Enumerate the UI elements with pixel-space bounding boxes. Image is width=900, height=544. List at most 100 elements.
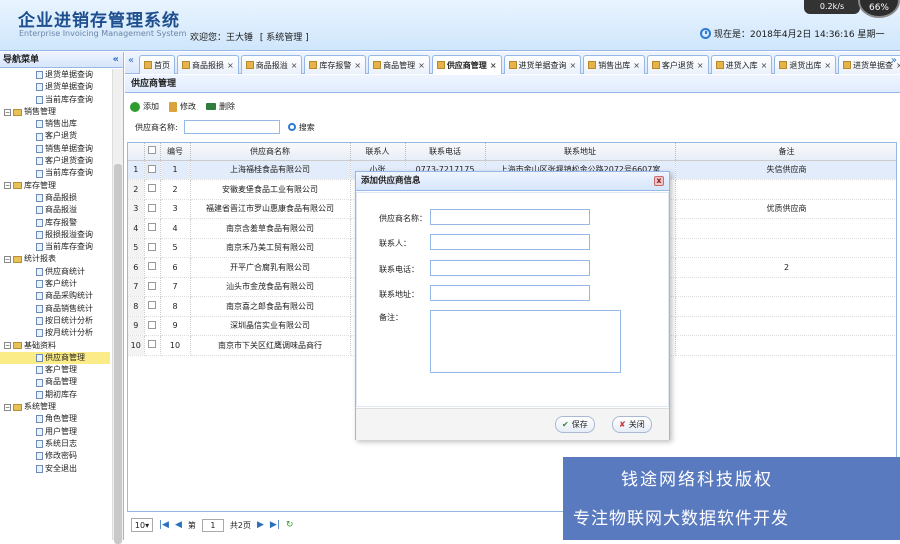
sidebar-item-32[interactable]: 安全退出 xyxy=(0,463,110,475)
select-all-checkbox[interactable] xyxy=(144,143,161,161)
sidebar-item-31[interactable]: 修改密码 xyxy=(0,450,110,462)
sidebar-group-9[interactable]: − 库存管理 xyxy=(0,180,110,192)
sidebar-group-22[interactable]: − 基础资料 xyxy=(0,340,110,352)
row-checkbox[interactable] xyxy=(144,160,161,180)
tab-close-icon[interactable]: × xyxy=(354,61,361,70)
expand-toggle-icon[interactable]: − xyxy=(4,108,11,116)
cancel-button[interactable]: ✘ 关闭 xyxy=(612,416,652,433)
tab-0[interactable]: 首页 xyxy=(139,55,175,74)
sidebar-item-17[interactable]: 客户统计 xyxy=(0,278,110,290)
delete-button[interactable]: 删除 xyxy=(206,101,235,112)
refresh-icon[interactable]: ↻ xyxy=(286,520,294,530)
sidebar-item-29[interactable]: 用户管理 xyxy=(0,426,110,438)
address-input[interactable] xyxy=(430,285,590,301)
sidebar-item-28[interactable]: 角色管理 xyxy=(0,413,110,425)
row-checkbox[interactable] xyxy=(144,218,161,239)
col-header-phone[interactable]: 联系电话 xyxy=(405,143,486,161)
next-page-icon[interactable]: ▶ xyxy=(257,520,264,530)
tab-5[interactable]: 供应商管理 × xyxy=(431,55,502,74)
sidebar-item-5[interactable]: 客户退货 xyxy=(0,130,110,142)
col-header-address[interactable]: 联系地址 xyxy=(485,143,676,161)
sidebar-item-19[interactable]: 商品销售统计 xyxy=(0,303,110,315)
tab-close-icon[interactable]: × xyxy=(761,61,768,70)
collapse-icon[interactable]: « xyxy=(113,52,119,68)
sidebar-scrollbar[interactable] xyxy=(112,69,123,544)
row-checkbox[interactable] xyxy=(144,296,161,317)
first-page-icon[interactable]: |◀ xyxy=(159,520,169,530)
edit-button[interactable]: 修改 xyxy=(169,101,196,112)
tab-close-icon[interactable]: × xyxy=(418,61,425,70)
sidebar-item-14[interactable]: 当前库存查询 xyxy=(0,241,110,253)
contact-input[interactable] xyxy=(430,234,590,250)
tab-8[interactable]: 客户退货 × xyxy=(646,55,709,74)
row-checkbox[interactable] xyxy=(144,179,161,200)
page-size-select[interactable]: 10 ▾ xyxy=(131,518,153,532)
expand-toggle-icon[interactable]: − xyxy=(4,182,11,190)
sidebar-item-0[interactable]: 退货单据查询 xyxy=(0,69,110,81)
tab-close-icon[interactable]: × xyxy=(824,61,831,70)
row-checkbox[interactable] xyxy=(144,199,161,219)
phone-input[interactable] xyxy=(430,260,590,276)
remark-textarea[interactable] xyxy=(430,310,621,373)
sidebar-item-20[interactable]: 按日统计分析 xyxy=(0,315,110,327)
tab-scroll-left-icon[interactable]: « xyxy=(128,55,134,66)
sidebar-item-21[interactable]: 按月统计分析 xyxy=(0,327,110,339)
sidebar-item-23[interactable]: 供应商管理 xyxy=(0,351,110,365)
tab-1[interactable]: 商品报损 × xyxy=(177,55,239,74)
expand-toggle-icon[interactable]: − xyxy=(4,403,11,411)
tab-10[interactable]: 退货出库 × xyxy=(774,55,837,74)
tab-close-icon[interactable]: × xyxy=(227,61,234,70)
tab-close-icon[interactable]: × xyxy=(633,61,640,70)
sidebar-item-4[interactable]: 销售出库 xyxy=(0,118,110,130)
sidebar-group-15[interactable]: − 统计报表 xyxy=(0,253,110,265)
col-header-id[interactable]: 编号 xyxy=(160,143,191,161)
sidebar-item-1[interactable]: 退货单据查询 xyxy=(0,81,110,93)
sidebar-item-2[interactable]: 当前库存查询 xyxy=(0,94,110,106)
search-button[interactable]: 搜索 xyxy=(287,122,315,133)
last-page-icon[interactable]: ▶| xyxy=(270,520,280,530)
sidebar-item-13[interactable]: 报损报溢查询 xyxy=(0,229,110,241)
sidebar-item-8[interactable]: 当前库存查询 xyxy=(0,167,110,179)
tab-3[interactable]: 库存报警 × xyxy=(304,55,367,74)
scrollbar-thumb[interactable] xyxy=(114,164,122,544)
dialog-close-icon[interactable]: x xyxy=(654,176,664,186)
sidebar-item-25[interactable]: 商品管理 xyxy=(0,376,110,388)
tab-close-icon[interactable]: × xyxy=(291,61,298,70)
sidebar-item-10[interactable]: 商品报损 xyxy=(0,192,110,204)
expand-toggle-icon[interactable]: − xyxy=(4,256,11,264)
sidebar-item-6[interactable]: 销售单据查询 xyxy=(0,143,110,155)
tab-7[interactable]: 销售出库 × xyxy=(583,55,645,74)
tab-close-icon[interactable]: × xyxy=(490,61,497,70)
add-button[interactable]: 添加 xyxy=(130,101,159,112)
tab-close-icon[interactable]: × xyxy=(697,61,704,70)
sidebar-item-16[interactable]: 供应商统计 xyxy=(0,266,110,278)
sidebar-item-30[interactable]: 系统日志 xyxy=(0,438,110,450)
sidebar-item-24[interactable]: 客户管理 xyxy=(0,364,110,376)
row-checkbox[interactable] xyxy=(144,335,161,356)
col-header-note[interactable]: 备注 xyxy=(675,143,896,161)
tab-scroll-right-icon[interactable]: » xyxy=(891,55,897,66)
tab-close-icon[interactable]: × xyxy=(570,61,577,70)
sidebar-group-27[interactable]: − 系统管理 xyxy=(0,401,110,413)
col-header-name[interactable]: 供应商名称 xyxy=(190,143,351,161)
tab-4[interactable]: 商品管理 × xyxy=(368,55,430,74)
sidebar-item-11[interactable]: 商品报溢 xyxy=(0,204,110,216)
prev-page-icon[interactable]: ◀ xyxy=(175,520,182,530)
expand-toggle-icon[interactable]: − xyxy=(4,342,11,350)
sidebar-item-18[interactable]: 商品采购统计 xyxy=(0,290,110,302)
row-checkbox[interactable] xyxy=(144,257,161,278)
tab-6[interactable]: 进货单据查询 × xyxy=(503,55,582,74)
sidebar-group-3[interactable]: − 销售管理 xyxy=(0,106,110,118)
row-checkbox[interactable] xyxy=(144,277,161,297)
tab-9[interactable]: 进货入库 × xyxy=(710,55,773,74)
row-checkbox[interactable] xyxy=(144,238,161,258)
sidebar-item-26[interactable]: 期初库存 xyxy=(0,389,110,401)
row-checkbox[interactable] xyxy=(144,316,161,336)
supplier-name-search-input[interactable] xyxy=(183,120,280,134)
save-button[interactable]: ✔ 保存 xyxy=(555,416,595,433)
sidebar-item-12[interactable]: 库存报警 xyxy=(0,217,110,229)
page-number-input[interactable]: 1 xyxy=(201,518,224,532)
sidebar-item-7[interactable]: 客户退货查询 xyxy=(0,155,110,167)
supplier-name-input[interactable] xyxy=(430,209,590,225)
tab-2[interactable]: 商品报溢 × xyxy=(240,55,303,74)
